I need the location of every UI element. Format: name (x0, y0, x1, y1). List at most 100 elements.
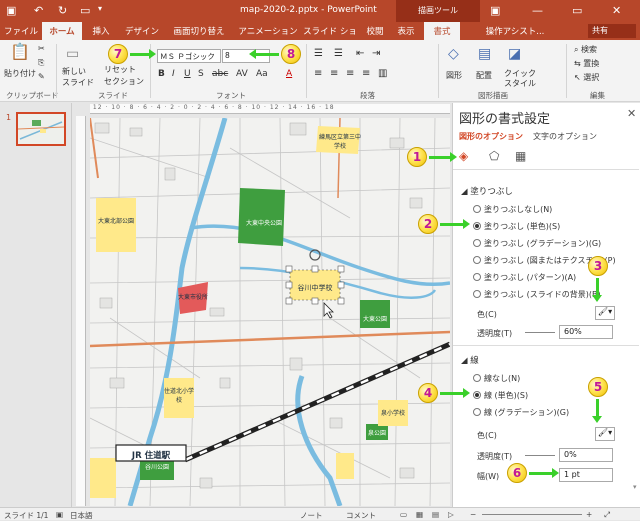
notes-button[interactable]: ノート (300, 510, 323, 521)
align-left-icon[interactable]: ≡ (314, 68, 322, 79)
change-case-button[interactable]: Aa (256, 69, 268, 79)
tab-review[interactable]: 校閲 (362, 22, 388, 40)
tab-file[interactable]: ファイル (4, 22, 38, 40)
tab-shape-options[interactable]: 図形のオプション (459, 131, 523, 142)
line-section-header[interactable]: ◢ 線 (461, 354, 479, 366)
fill-color-picker[interactable]: 🖌▾ (595, 306, 615, 320)
bold-button[interactable]: B (158, 69, 165, 79)
slide-thumbnail[interactable] (16, 112, 66, 146)
copy-icon[interactable]: ⎘ (38, 58, 44, 68)
justify-icon[interactable]: ≡ (362, 68, 370, 79)
fill-section-header[interactable]: ◢ 塗りつぶし (461, 185, 513, 197)
fill-none-radio[interactable]: 塗りつぶしなし(N) (473, 204, 552, 215)
line-solid-label: 線 (単色)(S) (484, 391, 529, 400)
font-color-button[interactable]: A (286, 69, 292, 79)
numbering-icon[interactable]: ☰ (334, 48, 343, 59)
line-transparency-input[interactable]: 0% (559, 448, 613, 462)
zoom-out-icon[interactable]: − (470, 510, 476, 519)
slide-canvas[interactable]: 練馬区立第三中学校 大東中央公園 大東公園 谷川中学校 JR 住道駅 大東市役所… (90, 118, 450, 506)
fill-line-icon[interactable]: ◈ (459, 149, 468, 163)
fill-background-label: 塗りつぶし (スライドの背景)(B) (484, 290, 601, 299)
format-painter-icon[interactable]: ✎ (38, 72, 45, 81)
close-pane-icon[interactable]: ✕ (627, 107, 636, 120)
quick-style-icon[interactable]: ◪ (508, 46, 521, 62)
transparency-slider[interactable] (525, 332, 555, 333)
find-button[interactable]: ⌕ 検索 (574, 44, 597, 55)
italic-button[interactable]: I (172, 69, 175, 79)
indent-icon[interactable]: ⇤ (356, 48, 364, 59)
new-slide-button[interactable]: 新しい (62, 66, 86, 77)
reading-view-icon[interactable]: ▤ (432, 510, 439, 519)
strikethrough-button[interactable]: abc (212, 69, 228, 79)
slideshow-view-icon[interactable]: ▷ (448, 510, 454, 519)
paste-icon[interactable]: 📋 (10, 42, 30, 61)
minimize-button[interactable]: — (532, 4, 543, 17)
line-none-radio[interactable]: 線なし(N) (473, 373, 520, 384)
redo-icon[interactable]: ↻ (58, 4, 67, 17)
shapes-icon[interactable]: ◇ (448, 46, 459, 62)
line-solid-radio[interactable]: 線 (単色)(S) (473, 390, 528, 401)
fill-background-radio[interactable]: 塗りつぶし (スライドの背景)(B) (473, 289, 601, 300)
align-center-icon[interactable]: ≡ (330, 68, 338, 79)
tab-animations[interactable]: アニメーション (236, 22, 300, 40)
arrange-button[interactable]: 配置 (476, 70, 492, 81)
tab-transitions[interactable]: 画面切り替え (166, 22, 232, 40)
columns-icon[interactable]: ▥ (378, 68, 387, 79)
line-color-picker[interactable]: 🖌▾ (595, 427, 615, 441)
char-spacing-button[interactable]: AV (236, 69, 248, 79)
save-icon[interactable]: ▣ (6, 4, 16, 17)
tab-insert[interactable]: 挿入 (86, 22, 116, 40)
title-bar: ▣ ↶ ↻ ▭ ▾ map-2020-2.pptx - PowerPoint 描… (0, 0, 640, 22)
shapes-button[interactable]: 図形 (446, 70, 462, 81)
effects-icon[interactable]: ⬠ (489, 149, 499, 163)
ribbon-display-icon[interactable]: ▣ (490, 4, 500, 17)
fit-window-icon[interactable]: ⤢ (604, 510, 610, 520)
font-name-box[interactable]: ＭＳ Ｐゴシック (157, 49, 221, 63)
spell-check-icon[interactable]: ▣ (56, 510, 63, 519)
sorter-view-icon[interactable]: ▦ (416, 510, 423, 519)
tell-me-box[interactable]: 操作アシスト... (474, 22, 556, 40)
fill-pattern-radio[interactable]: 塗りつぶし (パターン)(A) (473, 272, 576, 283)
outdent-icon[interactable]: ⇥ (372, 48, 380, 59)
divider (453, 345, 639, 346)
cut-icon[interactable]: ✂ (38, 44, 45, 53)
tab-text-options[interactable]: 文字のオプション (533, 131, 597, 142)
language-label[interactable]: 日本語 (70, 510, 93, 521)
fill-solid-radio[interactable]: 塗りつぶし (単色)(S) (473, 221, 560, 232)
tab-design[interactable]: デザイン (122, 22, 162, 40)
normal-view-icon[interactable]: ▭ (400, 510, 407, 519)
tab-view[interactable]: 表示 (392, 22, 420, 40)
select-button[interactable]: ↖ 選択 (574, 72, 599, 83)
paste-button[interactable]: 貼り付け (4, 68, 36, 79)
line-width-input[interactable]: 1 pt (559, 468, 613, 482)
status-bar: スライド 1/1 ▣ 日本語 ノート コメント ▭ ▦ ▤ ▷ − + ⤢ (0, 507, 640, 520)
underline-button[interactable]: U (184, 69, 191, 79)
undo-icon[interactable]: ↶ (34, 4, 43, 17)
shadow-button[interactable]: S (198, 69, 204, 79)
tab-home[interactable]: ホーム (42, 22, 82, 40)
zoom-slider[interactable] (482, 514, 582, 515)
zoom-in-icon[interactable]: + (586, 510, 592, 519)
size-properties-icon[interactable]: ▦ (515, 149, 526, 163)
fill-gradient-radio[interactable]: 塗りつぶし (グラデーション)(G) (473, 238, 601, 249)
reset-button[interactable]: リセット (104, 64, 136, 75)
tab-format[interactable]: 書式 (424, 22, 460, 40)
line-gradient-radio[interactable]: 線 (グラデーション)(G) (473, 407, 569, 418)
restore-button[interactable]: ▭ (572, 4, 582, 17)
pane-scroll-icon[interactable]: ▾ (633, 483, 637, 491)
share-button[interactable]: 共有 (588, 24, 636, 38)
customize-icon[interactable]: ▾ (98, 4, 102, 13)
bullets-icon[interactable]: ☰ (314, 48, 323, 59)
new-slide-icon[interactable]: ▭ (66, 46, 79, 62)
comments-button[interactable]: コメント (346, 510, 376, 521)
arrange-icon[interactable]: ▤ (478, 46, 491, 62)
tab-slideshow[interactable]: スライド ショー (300, 22, 360, 49)
replace-button[interactable]: ⇆ 置換 (574, 58, 599, 69)
close-button[interactable]: ✕ (612, 4, 621, 17)
section-button[interactable]: セクション (104, 76, 144, 87)
present-icon[interactable]: ▭ (80, 4, 90, 17)
line-transparency-slider[interactable] (525, 455, 555, 456)
font-size-box[interactable]: 8 (222, 49, 270, 63)
fill-transparency-input[interactable]: 60% (559, 325, 613, 339)
align-right-icon[interactable]: ≡ (346, 68, 354, 79)
